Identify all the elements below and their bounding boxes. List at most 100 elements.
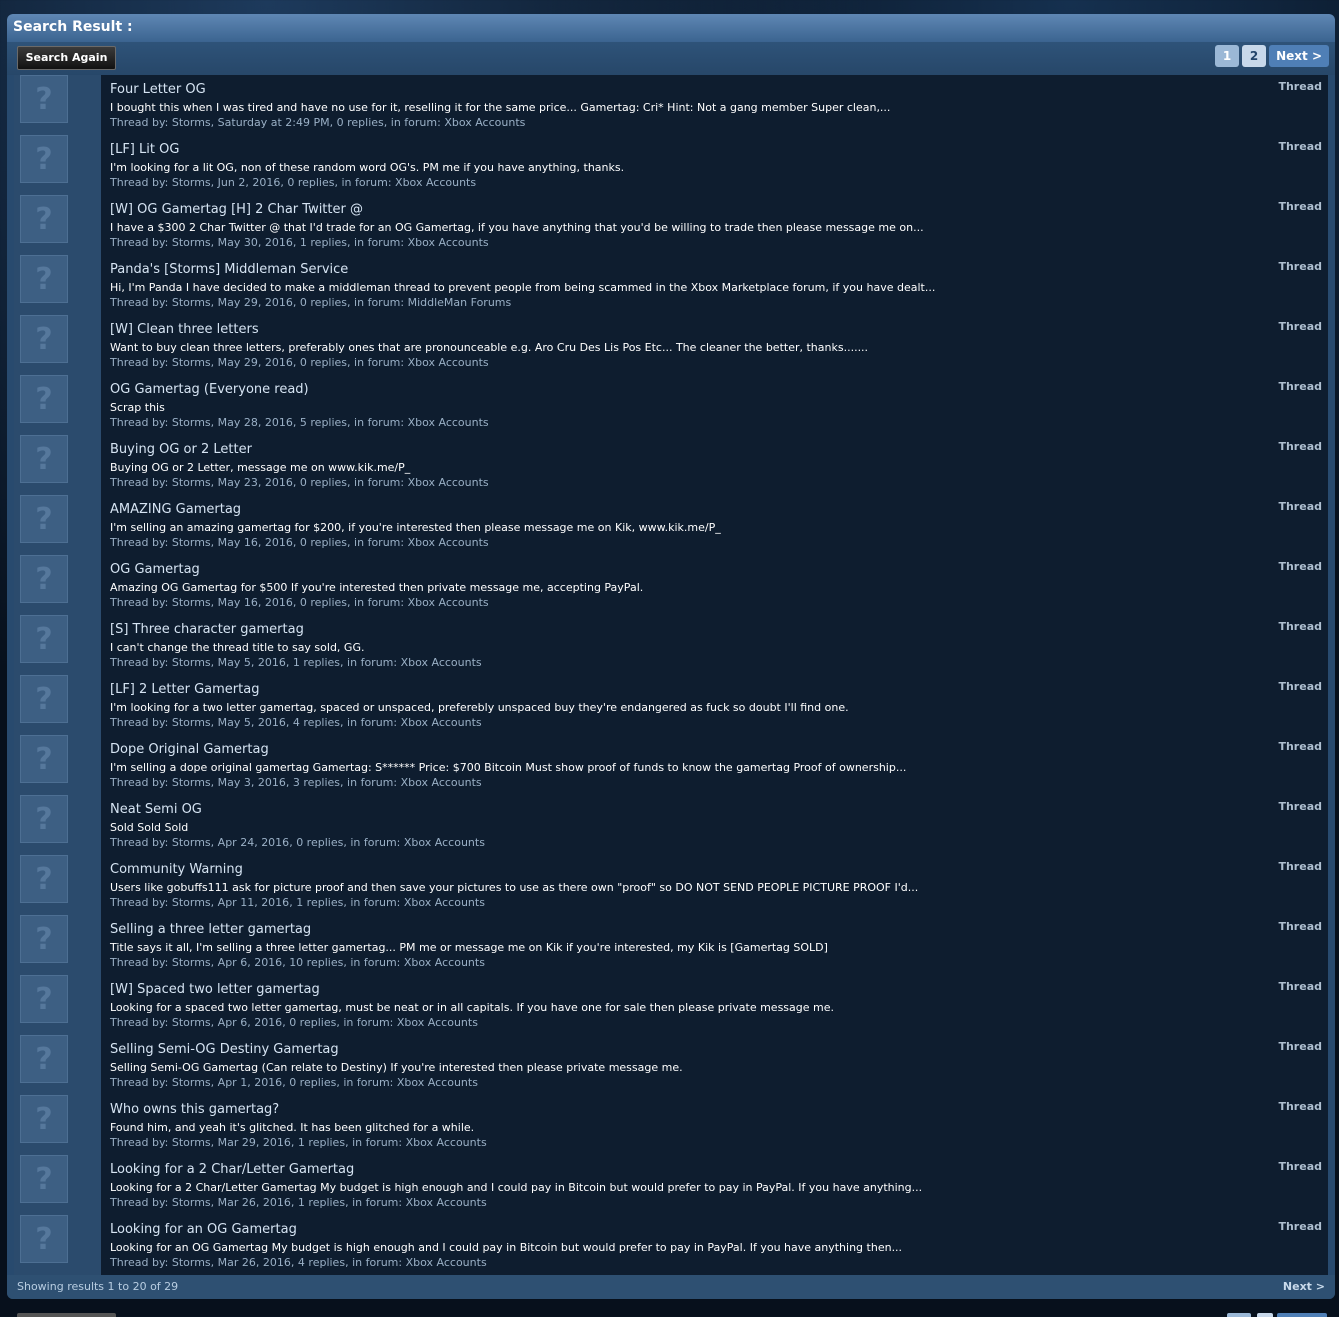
thread-title-link[interactable]: Neat Semi OG xyxy=(110,802,202,817)
author-link[interactable]: Storms xyxy=(172,476,211,489)
avatar[interactable]: ? xyxy=(20,1215,68,1263)
results-toolbar: Search Again 1 2 Next > xyxy=(7,42,1335,75)
forum-link[interactable]: Xbox Accounts xyxy=(408,356,489,369)
forum-link[interactable]: Xbox Accounts xyxy=(404,896,485,909)
forum-link[interactable]: Xbox Accounts xyxy=(397,1076,478,1089)
forum-link[interactable]: Xbox Accounts xyxy=(408,596,489,609)
avatar[interactable]: ? xyxy=(20,315,68,363)
author-link[interactable]: Storms xyxy=(172,416,211,429)
thread-title-link[interactable]: OG Gamertag (Everyone read) xyxy=(110,382,309,397)
forum-link[interactable]: Xbox Accounts xyxy=(401,656,482,669)
thread-title-link[interactable]: Four Letter OG xyxy=(110,82,206,97)
author-link[interactable]: Storms xyxy=(172,1196,211,1209)
avatar[interactable]: ? xyxy=(20,135,68,183)
thread-title-link[interactable]: AMAZING Gamertag xyxy=(110,502,241,517)
thread-title-link[interactable]: Dope Original Gamertag xyxy=(110,742,269,757)
thread-title-link[interactable]: Selling a three letter gamertag xyxy=(110,922,311,937)
author-link[interactable]: Storms xyxy=(172,596,211,609)
footer-next-link[interactable]: Next > xyxy=(1283,1280,1325,1293)
avatar[interactable]: ? xyxy=(20,915,68,963)
forum-link[interactable]: Xbox Accounts xyxy=(408,236,489,249)
avatar[interactable]: ? xyxy=(20,1095,68,1143)
result-row: ? Who owns this gamertag? Found him, and… xyxy=(14,1095,1328,1155)
forum-link[interactable]: Xbox Accounts xyxy=(395,176,476,189)
avatar[interactable]: ? xyxy=(20,495,68,543)
avatar[interactable]: ? xyxy=(20,435,68,483)
forum-link[interactable]: Xbox Accounts xyxy=(406,1136,487,1149)
author-link[interactable]: Storms xyxy=(172,176,211,189)
author-link[interactable]: Storms xyxy=(172,356,211,369)
thread-meta: Thread by: Storms, Apr 6, 2016, 10 repli… xyxy=(110,956,485,969)
avatar[interactable]: ? xyxy=(20,1155,68,1203)
author-link[interactable]: Storms xyxy=(172,1016,211,1029)
avatar[interactable]: ? xyxy=(20,255,68,303)
search-again-button[interactable]: Search Again xyxy=(17,46,116,70)
search-again-button-bottom[interactable] xyxy=(17,1313,116,1317)
avatar[interactable]: ? xyxy=(20,75,68,123)
thread-title-link[interactable]: Selling Semi-OG Destiny Gamertag xyxy=(110,1042,339,1057)
forum-link[interactable]: Xbox Accounts xyxy=(406,1256,487,1269)
content-type-label: Thread xyxy=(1278,380,1322,393)
next-page-button-bottom[interactable] xyxy=(1277,1313,1327,1317)
author-link[interactable]: Storms xyxy=(172,836,211,849)
avatar[interactable]: ? xyxy=(20,975,68,1023)
forum-link[interactable]: Xbox Accounts xyxy=(404,836,485,849)
page-2-button-bottom[interactable] xyxy=(1257,1313,1273,1317)
forum-link[interactable]: Xbox Accounts xyxy=(408,416,489,429)
author-link[interactable]: Storms xyxy=(172,656,211,669)
thread-snippet: Looking for a spaced two letter gamertag… xyxy=(110,1001,835,1014)
author-link[interactable]: Storms xyxy=(172,1256,211,1269)
thread-title-link[interactable]: OG Gamertag xyxy=(110,562,200,577)
thread-title-link[interactable]: Looking for an OG Gamertag xyxy=(110,1222,297,1237)
avatar[interactable]: ? xyxy=(20,795,68,843)
thread-title-link[interactable]: [LF] 2 Letter Gamertag xyxy=(110,682,259,697)
page-1-button-bottom[interactable] xyxy=(1227,1313,1251,1317)
author-link[interactable]: Storms xyxy=(172,1076,211,1089)
author-link[interactable]: Storms xyxy=(172,296,211,309)
forum-link[interactable]: Xbox Accounts xyxy=(404,956,485,969)
forum-link[interactable]: Xbox Accounts xyxy=(406,1196,487,1209)
thread-by-label: Thread by: xyxy=(110,236,169,249)
next-page-button[interactable]: Next > xyxy=(1269,45,1329,67)
forum-link[interactable]: Xbox Accounts xyxy=(408,536,489,549)
thread-title-link[interactable]: Community Warning xyxy=(110,862,243,877)
avatar[interactable]: ? xyxy=(20,615,68,663)
forum-link[interactable]: Xbox Accounts xyxy=(401,716,482,729)
author-link[interactable]: Storms xyxy=(172,1136,211,1149)
author-link[interactable]: Storms xyxy=(172,536,211,549)
author-link[interactable]: Storms xyxy=(172,956,211,969)
author-link[interactable]: Storms xyxy=(172,116,211,129)
forum-link[interactable]: Xbox Accounts xyxy=(397,1016,478,1029)
page-title: Search Result : xyxy=(7,14,1335,42)
avatar[interactable]: ? xyxy=(20,555,68,603)
thread-snippet: Looking for a 2 Char/Letter Gamertag My … xyxy=(110,1181,923,1194)
avatar[interactable]: ? xyxy=(20,1035,68,1083)
author-link[interactable]: Storms xyxy=(172,896,211,909)
author-link[interactable]: Storms xyxy=(172,776,211,789)
reply-count: 0 replies xyxy=(299,296,348,309)
result-row: ? [W] Spaced two letter gamertag Looking… xyxy=(14,975,1328,1035)
avatar[interactable]: ? xyxy=(20,195,68,243)
thread-title-link[interactable]: Buying OG or 2 Letter xyxy=(110,442,252,457)
avatar[interactable]: ? xyxy=(20,375,68,423)
forum-link[interactable]: Xbox Accounts xyxy=(408,476,489,489)
page-2-button[interactable]: 2 xyxy=(1242,45,1267,67)
thread-meta: Thread by: Storms, May 23, 2016, 0 repli… xyxy=(110,476,489,489)
thread-title-link[interactable]: Who owns this gamertag? xyxy=(110,1102,279,1117)
thread-title-link[interactable]: Looking for a 2 Char/Letter Gamertag xyxy=(110,1162,354,1177)
page-1-button[interactable]: 1 xyxy=(1215,45,1240,67)
author-link[interactable]: Storms xyxy=(172,236,211,249)
forum-link[interactable]: Xbox Accounts xyxy=(401,776,482,789)
thread-title-link[interactable]: [W] Spaced two letter gamertag xyxy=(110,982,320,997)
avatar[interactable]: ? xyxy=(20,855,68,903)
forum-link[interactable]: MiddleMan Forums xyxy=(408,296,512,309)
thread-title-link[interactable]: [W] OG Gamertag [H] 2 Char Twitter @ xyxy=(110,202,363,217)
avatar[interactable]: ? xyxy=(20,735,68,783)
author-link[interactable]: Storms xyxy=(172,716,211,729)
thread-title-link[interactable]: [LF] Lit OG xyxy=(110,142,179,157)
forum-link[interactable]: Xbox Accounts xyxy=(444,116,525,129)
thread-title-link[interactable]: [W] Clean three letters xyxy=(110,322,259,337)
avatar[interactable]: ? xyxy=(20,675,68,723)
thread-title-link[interactable]: Panda's [Storms] Middleman Service xyxy=(110,262,348,277)
thread-title-link[interactable]: [S] Three character gamertag xyxy=(110,622,304,637)
